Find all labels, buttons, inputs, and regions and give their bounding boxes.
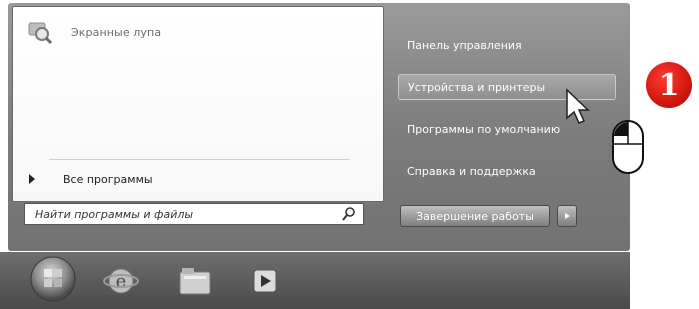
right-item-label: Панель управления [407, 38, 522, 52]
right-item-label: Устройства и принтеры [408, 80, 546, 94]
folder-icon[interactable] [176, 262, 214, 300]
right-item-label: Программы по умолчанию [407, 122, 561, 136]
search-icon[interactable] [341, 206, 357, 222]
start-menu-left-panel: Экранные лупа Все программы [12, 6, 384, 202]
shutdown-options-button[interactable] [557, 205, 577, 227]
ie-icon[interactable]: e [102, 262, 140, 300]
taskbar [0, 252, 630, 309]
mouse-left-click-icon [612, 120, 644, 174]
search-box[interactable] [24, 203, 364, 225]
play-icon[interactable] [246, 262, 284, 300]
step-number: 1 [658, 67, 680, 103]
screenshot-stage: Экранные лупа Все программы Панель управ… [0, 0, 699, 309]
pinned-item-label: Экранные лупа [71, 25, 162, 39]
pinned-item-magnifier[interactable]: Экранные лупа [27, 15, 327, 49]
divider [49, 159, 349, 160]
search-input[interactable] [25, 205, 341, 223]
step-number-badge: 1 [646, 62, 692, 108]
right-item-help-support[interactable]: Справка и поддержка [398, 158, 616, 184]
windows-orb-icon[interactable] [28, 254, 78, 304]
shutdown-button[interactable]: Завершение работы [400, 205, 550, 227]
right-item-label: Справка и поддержка [407, 164, 536, 178]
right-item-control-panel[interactable]: Панель управления [398, 32, 616, 58]
all-programs-label: Все программы [63, 172, 153, 186]
magnifier-app-icon [28, 22, 53, 45]
shutdown-label: Завершение работы [416, 209, 534, 223]
arrow-right-icon [564, 213, 570, 219]
all-programs-item[interactable]: Все программы [29, 169, 359, 189]
mouse-cursor-icon [566, 88, 590, 124]
expand-triangle-icon [29, 174, 35, 184]
